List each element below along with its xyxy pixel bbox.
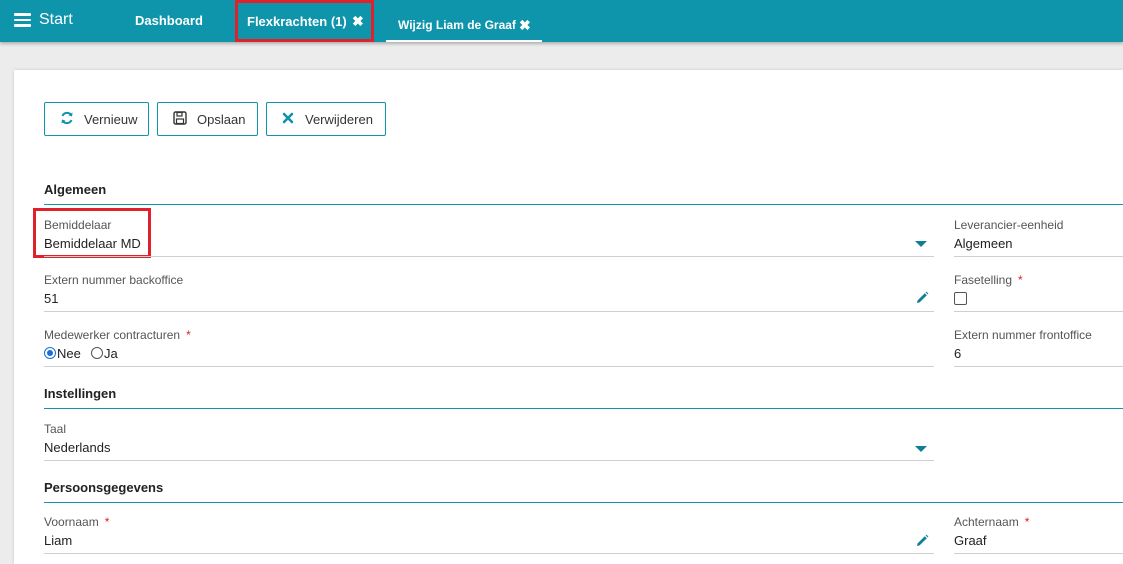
radio-nee-label[interactable]: Nee xyxy=(57,346,81,361)
pencil-icon[interactable] xyxy=(915,534,929,551)
close-icon[interactable]: ✖ xyxy=(352,13,364,30)
extern-frontoffice-label: Extern nummer frontoffice xyxy=(954,328,1092,342)
field-underline xyxy=(954,366,1123,367)
top-navigation-bar: Start Dashboard Flexkrachten (1) ✖ Wijzi… xyxy=(0,0,1123,42)
required-marker: * xyxy=(1024,515,1030,529)
section-divider xyxy=(44,502,1123,503)
radio-ja[interactable] xyxy=(91,347,103,359)
hamburger-icon[interactable] xyxy=(14,13,31,27)
fasetelling-checkbox[interactable] xyxy=(954,292,967,305)
refresh-button[interactable]: Vernieuw xyxy=(44,102,149,136)
required-marker: * xyxy=(1018,273,1023,287)
required-marker: * xyxy=(104,515,110,529)
field-underline xyxy=(44,311,934,312)
extern-frontoffice-value: 6 xyxy=(954,346,962,361)
section-title-instellingen: Instellingen xyxy=(44,386,117,401)
tab-flexkrachten-label: Flexkrachten (1) xyxy=(247,14,347,29)
field-underline xyxy=(44,553,934,554)
delete-button-label: Verwijderen xyxy=(305,111,373,127)
voornaam-input[interactable]: Liam xyxy=(44,533,72,548)
section-divider xyxy=(44,204,1123,205)
leverancier-eenheid-label: Leverancier-eenheid xyxy=(954,218,1064,232)
taal-select[interactable]: Nederlands xyxy=(44,440,111,455)
achternaam-input[interactable]: Graaf xyxy=(954,533,987,548)
field-underline xyxy=(954,256,1123,257)
chevron-down-icon[interactable] xyxy=(915,241,927,247)
section-divider xyxy=(44,408,1123,409)
extern-backoffice-label: Extern nummer backoffice xyxy=(44,273,184,287)
required-marker: * xyxy=(186,328,191,342)
field-underline xyxy=(44,366,934,367)
start-link[interactable]: Start xyxy=(39,11,73,29)
refresh-button-label: Vernieuw xyxy=(84,111,138,127)
tab-dashboard[interactable]: Dashboard xyxy=(135,13,203,28)
field-underline xyxy=(44,256,934,257)
field-underline xyxy=(954,311,1123,312)
medewerker-contracturen-label-text: Medewerker contracturen xyxy=(44,328,181,342)
tab-wijzig-label: Wijzig Liam de Graaf xyxy=(398,18,516,32)
tab-wijzig-liam-de-graaf[interactable]: Wijzig Liam de Graaf ✖ xyxy=(386,10,542,42)
fasetelling-label-text: Fasetelling xyxy=(954,273,1013,287)
leverancier-eenheid-value: Algemeen xyxy=(954,236,1013,251)
save-button-label: Opslaan xyxy=(197,111,246,127)
voornaam-label: Voornaam * xyxy=(44,515,109,529)
save-icon xyxy=(172,110,188,128)
voornaam-label-text: Voornaam xyxy=(44,515,99,529)
bemiddelaar-select[interactable]: Bemiddelaar MD xyxy=(44,236,141,251)
chevron-down-icon[interactable] xyxy=(915,446,927,452)
section-title-persoonsgegevens: Persoonsgegevens xyxy=(44,480,164,495)
fasetelling-label: Fasetelling * xyxy=(954,273,1023,287)
save-button[interactable]: Opslaan xyxy=(157,102,258,136)
extern-backoffice-value: 51 xyxy=(44,291,59,306)
section-title-algemeen: Algemeen xyxy=(44,182,107,197)
achternaam-label: Achternaam * xyxy=(954,515,1029,529)
field-underline xyxy=(954,553,1123,554)
close-icon xyxy=(280,111,296,127)
delete-button[interactable]: Verwijderen xyxy=(266,102,386,136)
medewerker-contracturen-label: Medewerker contracturen * xyxy=(44,328,191,342)
bemiddelaar-label: Bemiddelaar xyxy=(44,218,112,232)
achternaam-label-text: Achternaam xyxy=(954,515,1019,529)
radio-nee[interactable] xyxy=(44,347,56,359)
pencil-icon[interactable] xyxy=(915,291,929,308)
tab-flexkrachten[interactable]: Flexkrachten (1) ✖ xyxy=(235,0,374,42)
radio-ja-label[interactable]: Ja xyxy=(104,346,118,361)
refresh-icon xyxy=(59,111,75,128)
close-icon[interactable]: ✖ xyxy=(519,17,531,34)
field-underline xyxy=(44,460,934,461)
form-panel xyxy=(14,70,1123,564)
taal-label: Taal xyxy=(44,422,67,436)
